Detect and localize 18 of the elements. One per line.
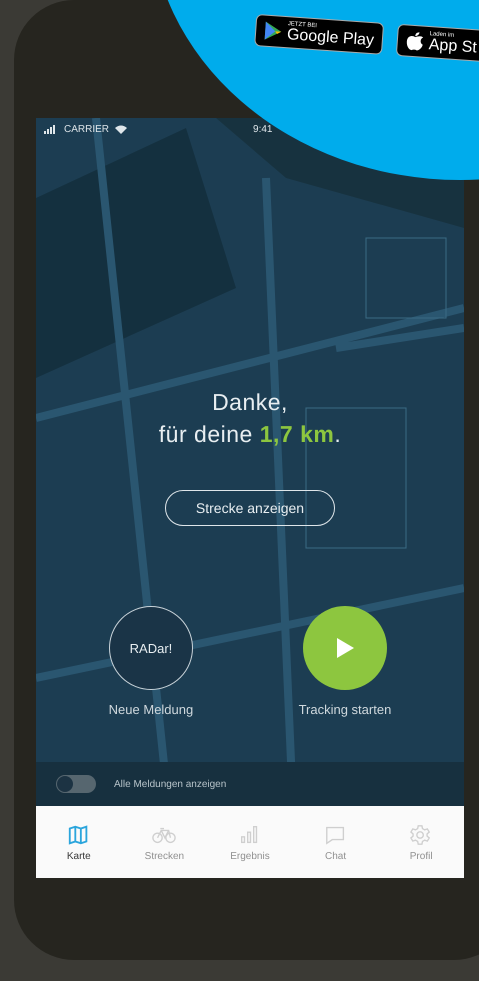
status-time: 9:41 [253,124,272,135]
apple-icon [405,30,425,52]
play-icon [334,637,355,660]
thanks-text: Danke, [211,388,289,417]
store-name: Google Play [286,27,374,50]
distance-text: für deine 1,7 km. [158,420,342,450]
toggle-label: Alle Meldungen anzeigen [114,778,226,790]
show-route-button[interactable]: Strecke anzeigen [164,490,336,526]
report-button[interactable]: RADar! [108,606,193,690]
signal-icon [44,125,58,134]
tab[interactable]: Karte [38,822,119,862]
store-name: App St [428,37,478,56]
action-label: Tracking starten [298,702,392,718]
wifi-icon [115,125,128,134]
play-triangle-icon [264,20,283,42]
toggle-switch[interactable] [56,775,96,793]
carrier-label: CARRIER [64,124,110,135]
action-label: Neue Meldung [108,702,194,718]
